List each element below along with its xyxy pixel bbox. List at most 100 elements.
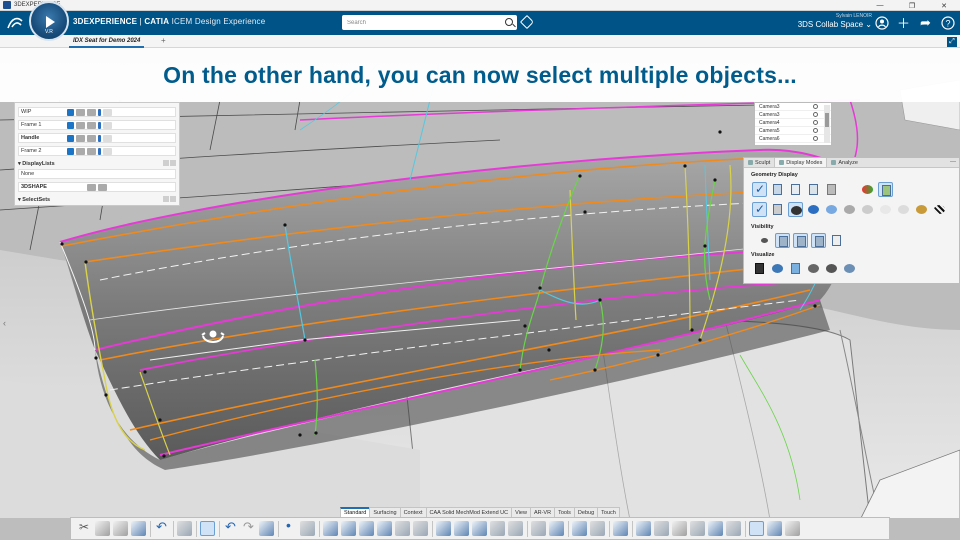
tree-row-handle[interactable]: Handle bbox=[18, 133, 176, 143]
redo-icon[interactable] bbox=[241, 519, 256, 536]
ds-logo-icon[interactable] bbox=[6, 15, 24, 31]
add-tab-button[interactable]: + bbox=[161, 36, 166, 45]
edit-icon[interactable] bbox=[98, 134, 101, 142]
visibility-icon[interactable] bbox=[67, 134, 74, 142]
blue-material-icon[interactable] bbox=[806, 202, 821, 217]
copy-icon[interactable] bbox=[95, 521, 110, 536]
refresh-icon[interactable] bbox=[842, 261, 857, 276]
scrollbar[interactable] bbox=[824, 105, 830, 143]
move-icon[interactable] bbox=[708, 521, 723, 536]
globe-icon[interactable] bbox=[770, 261, 785, 276]
material-icon[interactable] bbox=[726, 521, 741, 536]
environment-icon[interactable] bbox=[788, 261, 803, 276]
tab-ar-vr[interactable]: AR-VR bbox=[529, 507, 556, 517]
layer-icon[interactable] bbox=[87, 108, 96, 116]
mesh-icon[interactable] bbox=[824, 182, 839, 197]
line-icon[interactable] bbox=[323, 521, 338, 536]
curve-icon[interactable] bbox=[341, 521, 356, 536]
eye-icon[interactable] bbox=[813, 112, 818, 117]
expand-left-icon[interactable]: ‹ bbox=[3, 318, 6, 328]
tab-tools[interactable]: Tools bbox=[554, 507, 575, 517]
list-item[interactable]: Camera3 bbox=[755, 103, 831, 111]
display-list-3dshape[interactable]: 3DSHAPE bbox=[18, 182, 176, 192]
lock-icon[interactable] bbox=[76, 134, 85, 142]
edit-icon[interactable] bbox=[98, 121, 101, 129]
show-selected-icon[interactable] bbox=[793, 233, 808, 248]
option-icon[interactable] bbox=[103, 134, 112, 142]
option-icon[interactable] bbox=[103, 108, 112, 116]
tag-icon[interactable] bbox=[519, 14, 535, 30]
collapse-icon[interactable] bbox=[170, 196, 176, 202]
cube-icon[interactable] bbox=[590, 521, 605, 536]
tab-display-modes[interactable]: Display Modes bbox=[774, 158, 828, 167]
settings-icon[interactable] bbox=[824, 261, 839, 276]
axis-icon[interactable] bbox=[300, 521, 315, 536]
select-icon[interactable] bbox=[200, 521, 215, 536]
undo-icon[interactable] bbox=[154, 519, 169, 536]
connect-icon[interactable] bbox=[549, 521, 564, 536]
play-icon[interactable] bbox=[46, 16, 55, 28]
magnet-icon[interactable] bbox=[767, 521, 782, 536]
tab-context[interactable]: Context bbox=[399, 507, 427, 517]
search-icon[interactable] bbox=[505, 18, 513, 26]
analysis-icon[interactable] bbox=[531, 521, 546, 536]
eye-icon[interactable] bbox=[813, 136, 818, 141]
gear-settings-icon[interactable] bbox=[177, 521, 192, 536]
trim-icon[interactable] bbox=[490, 521, 505, 536]
tab-surfacing[interactable]: Surfacing bbox=[369, 507, 401, 517]
dark-material-icon[interactable] bbox=[788, 202, 803, 217]
silver-material-icon[interactable] bbox=[860, 202, 875, 217]
layer-icon[interactable] bbox=[87, 121, 96, 129]
blend-icon[interactable] bbox=[454, 521, 469, 536]
hide-icon[interactable] bbox=[811, 233, 826, 248]
tab-view[interactable]: View bbox=[511, 507, 531, 517]
expand-icon[interactable] bbox=[163, 196, 169, 202]
user-icon[interactable] bbox=[873, 14, 890, 31]
tab-debug[interactable]: Debug bbox=[573, 507, 599, 517]
list-item[interactable]: Camera4 bbox=[755, 119, 831, 127]
arc-icon[interactable] bbox=[377, 521, 392, 536]
compass-widget[interactable]: V.R bbox=[29, 1, 69, 41]
light-material-icon[interactable] bbox=[896, 202, 911, 217]
clapper-icon[interactable] bbox=[752, 261, 767, 276]
restore-button[interactable]: ❐ bbox=[896, 0, 928, 11]
tab-caa[interactable]: CAA Solid MechMod Extend UC bbox=[425, 507, 513, 517]
delete-icon[interactable] bbox=[131, 521, 146, 536]
render-toggle-icon[interactable] bbox=[752, 202, 767, 217]
cut-icon[interactable] bbox=[77, 520, 92, 536]
tree-row-frame-2[interactable]: Frame 2 bbox=[18, 146, 176, 156]
eye-icon[interactable] bbox=[813, 120, 818, 125]
curves-icon[interactable] bbox=[788, 182, 803, 197]
plane-icon[interactable] bbox=[613, 521, 628, 536]
point-icon[interactable] bbox=[282, 517, 297, 536]
project-icon[interactable] bbox=[395, 521, 410, 536]
display-list-none[interactable]: None bbox=[18, 169, 176, 179]
camera-icon[interactable] bbox=[672, 521, 687, 536]
close-button[interactable]: ✕ bbox=[928, 0, 960, 11]
lock-icon[interactable] bbox=[76, 108, 85, 116]
visibility-icon[interactable] bbox=[67, 108, 74, 116]
eye-visibility-icon[interactable] bbox=[757, 233, 772, 248]
lock-icon[interactable] bbox=[87, 183, 96, 191]
search-field[interactable] bbox=[342, 15, 517, 30]
panel-minimize-button[interactable]: — bbox=[950, 159, 956, 165]
expand-icon[interactable] bbox=[163, 160, 169, 166]
layer-icon[interactable] bbox=[87, 147, 96, 155]
undo-2-icon[interactable] bbox=[223, 519, 238, 536]
home-icon[interactable] bbox=[785, 521, 800, 536]
visibility-icon[interactable] bbox=[67, 147, 74, 155]
display-lists-header[interactable]: ▾ DisplayLists bbox=[18, 159, 176, 168]
edit-icon[interactable] bbox=[98, 147, 101, 155]
fullscreen-icon[interactable]: ⤢ bbox=[947, 37, 957, 47]
tree-row-wip[interactable]: WIP bbox=[18, 107, 176, 117]
help-icon[interactable]: ? bbox=[939, 14, 956, 31]
tree-row-frame-1[interactable]: Frame 1 bbox=[18, 120, 176, 130]
visibility-icon[interactable] bbox=[67, 121, 74, 129]
collapse-icon[interactable] bbox=[170, 160, 176, 166]
user-block[interactable]: Sylvain LENOIR 3DS Collab Space ⌄ bbox=[798, 13, 872, 29]
shaded-toggle-icon[interactable] bbox=[752, 182, 767, 197]
book-icon[interactable] bbox=[636, 521, 651, 536]
gold-material-icon[interactable] bbox=[914, 202, 929, 217]
figure-icon[interactable] bbox=[690, 521, 705, 536]
add-icon[interactable]: ＋ bbox=[895, 14, 912, 31]
